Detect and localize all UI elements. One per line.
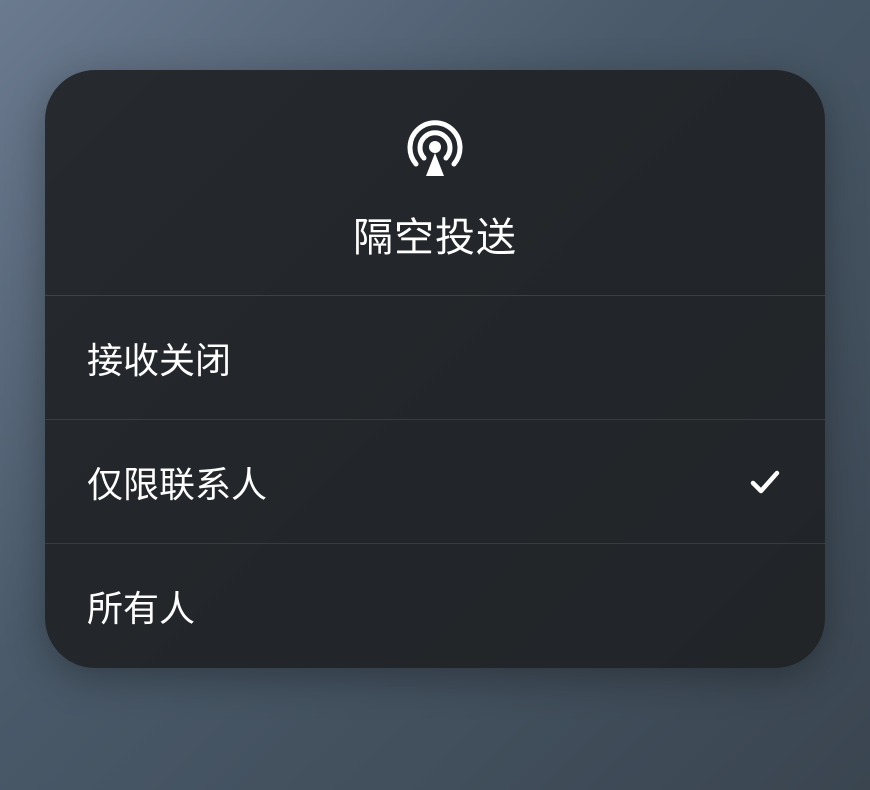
option-label: 接收关闭 <box>87 332 231 384</box>
panel-header: 隔空投送 <box>45 70 825 296</box>
airdrop-panel: 隔空投送 接收关闭 仅限联系人 所有人 <box>45 70 825 668</box>
options-list: 接收关闭 仅限联系人 所有人 <box>45 296 825 668</box>
option-label: 所有人 <box>87 580 195 632</box>
option-receiving-off[interactable]: 接收关闭 <box>45 296 825 420</box>
panel-title: 隔空投送 <box>353 205 517 263</box>
option-label: 仅限联系人 <box>87 456 267 508</box>
option-everyone[interactable]: 所有人 <box>45 544 825 668</box>
airdrop-icon <box>400 110 470 185</box>
checkmark-icon <box>747 464 783 500</box>
option-contacts-only[interactable]: 仅限联系人 <box>45 420 825 544</box>
